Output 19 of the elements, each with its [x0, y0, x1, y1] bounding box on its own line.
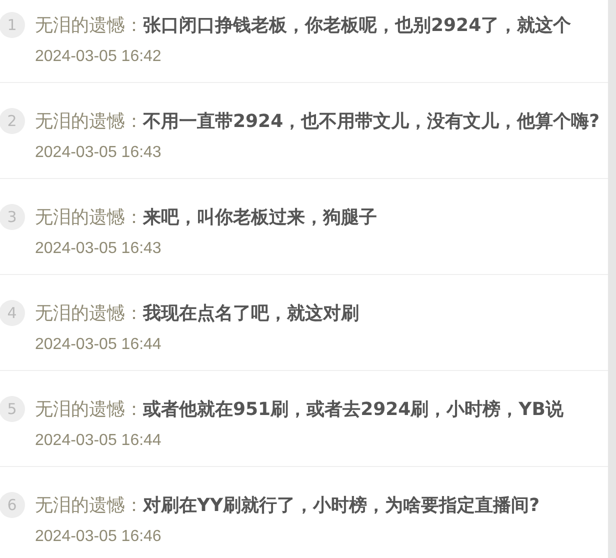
- comment-time: 2024-03-05 16:43: [35, 144, 162, 162]
- comment-author: 无泪的遗憾：: [35, 111, 143, 132]
- scrollbar[interactable]: [608, 0, 616, 558]
- comment-author: 无泪的遗憾：: [35, 303, 143, 324]
- comment-time: 2024-03-05 16:44: [35, 432, 162, 450]
- comment-time: 2024-03-05 16:46: [35, 528, 162, 546]
- comment-text: 或者他就在951刷，或者去2924刷，小时榜，YB说: [143, 399, 564, 420]
- comment-text: 来吧，叫你老板过来，狗腿子: [143, 207, 377, 228]
- comment-author: 无泪的遗憾：: [35, 495, 143, 516]
- comment-text: 不用一直带2924，也不用带文儿，没有文儿，他算个嗨?: [143, 111, 600, 132]
- comment-text: 张口闭口挣钱老板，你老板呢，也别2924了，就这个: [143, 15, 572, 36]
- comment-text: 我现在点名了吧，就这对刷: [143, 303, 359, 324]
- comment-author: 无泪的遗憾：: [35, 399, 143, 420]
- comment-time: 2024-03-05 16:44: [35, 336, 162, 354]
- comment-time: 2024-03-05 16:42: [35, 48, 162, 66]
- comment-author: 无泪的遗憾：: [35, 15, 143, 36]
- comment-author: 无泪的遗憾：: [35, 207, 143, 228]
- comment-text: 对刷在YY刷就行了，小时榜，为啥要指定直播间?: [143, 495, 540, 516]
- comment-time: 2024-03-05 16:43: [35, 240, 162, 258]
